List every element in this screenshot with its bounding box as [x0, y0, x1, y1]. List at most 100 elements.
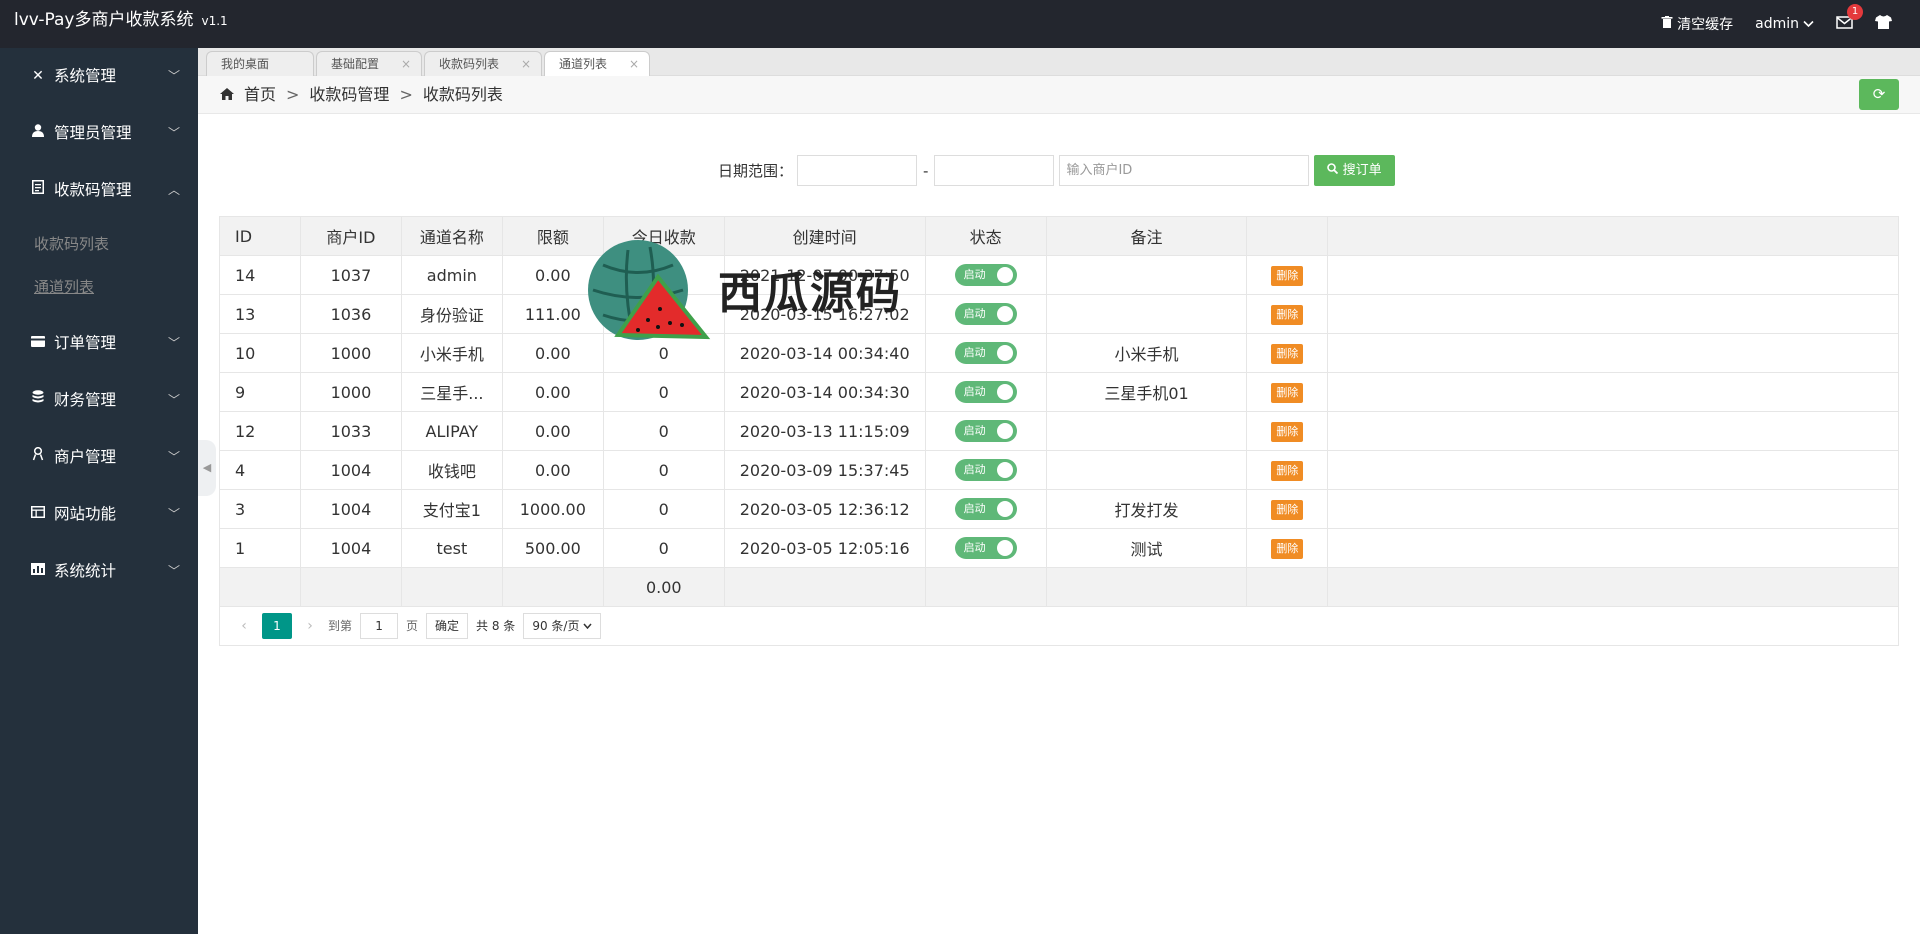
- messages-button[interactable]: 1: [1836, 3, 1863, 33]
- cell-created: 2020-03-05 12:36:12: [723, 489, 926, 529]
- status-toggle[interactable]: 启动: [954, 381, 1017, 403]
- sidebar-subitem-channel-list[interactable]: 通道列表: [0, 266, 198, 309]
- end-date-input[interactable]: [934, 155, 1055, 186]
- tab-paycode-list[interactable]: 收款码列表 ×: [424, 51, 542, 76]
- delete-button[interactable]: 删除: [1271, 461, 1304, 481]
- search-orders-button[interactable]: 搜订单: [1314, 155, 1395, 186]
- cell-note: 三星手机01: [1045, 372, 1248, 412]
- sidebar-item-label: 网站功能: [54, 505, 117, 523]
- start-date-input[interactable]: [797, 155, 918, 186]
- delete-button[interactable]: 删除: [1271, 266, 1304, 286]
- status-toggle[interactable]: 启动: [954, 498, 1017, 520]
- column-header-id[interactable]: ID: [219, 216, 301, 256]
- sidebar-item-paycode[interactable]: 收款码管理 ︿: [0, 162, 198, 219]
- table-body: 14 1037 admin 0.00 2021-12-07 00:37:50 启动 删除 13…: [219, 255, 1899, 607]
- watermelon-logo: [588, 240, 711, 340]
- cell-today: 0: [602, 450, 725, 490]
- sidebar-item-stats[interactable]: 系统统计 ﹀: [0, 543, 198, 600]
- clear-cache-button[interactable]: 清空缓存: [1661, 14, 1733, 34]
- status-toggle[interactable]: 启动: [954, 342, 1017, 364]
- cell-id: 13: [219, 294, 301, 334]
- sidebar-item-label: 管理员管理: [54, 124, 132, 142]
- status-toggle[interactable]: 启动: [954, 303, 1017, 325]
- tab-my-desktop[interactable]: 我的桌面: [206, 51, 314, 76]
- delete-button[interactable]: 删除: [1271, 539, 1304, 559]
- card-icon: [30, 315, 46, 372]
- user-menu[interactable]: admin: [1755, 16, 1814, 32]
- toggle-knob: [996, 267, 1013, 283]
- delete-button[interactable]: 删除: [1271, 383, 1304, 403]
- chevron-down-icon: ﹀: [167, 450, 180, 464]
- close-icon[interactable]: ×: [629, 52, 639, 77]
- goto-page-input[interactable]: 1: [360, 612, 399, 639]
- sidebar-item-admins[interactable]: 管理员管理 ﹀: [0, 105, 198, 162]
- page-current[interactable]: 1: [262, 612, 292, 639]
- layout-icon: [30, 486, 46, 543]
- cell-merchant-id: 1037: [299, 255, 402, 295]
- delete-button[interactable]: 删除: [1271, 344, 1304, 364]
- delete-button[interactable]: 删除: [1271, 422, 1304, 442]
- status-toggle[interactable]: 启动: [954, 420, 1017, 442]
- status-toggle[interactable]: 启动: [954, 537, 1017, 559]
- sidebar-subitem-paycode-list[interactable]: 收款码列表: [0, 223, 198, 266]
- cell-id: 14: [219, 255, 301, 295]
- cell-note: [1045, 411, 1248, 451]
- tab-basic-config[interactable]: 基础配置 ×: [316, 51, 422, 76]
- cell-note: 测试: [1045, 528, 1248, 568]
- cell-filler: [1327, 294, 1899, 334]
- chevron-right-icon[interactable]: ›: [300, 618, 320, 634]
- sidebar-item-orders[interactable]: 订单管理 ﹀: [0, 315, 198, 372]
- total-today: 0.00: [602, 567, 725, 607]
- sidebar-item-merchants[interactable]: 商户管理 ﹀: [0, 429, 198, 486]
- chevron-left-icon[interactable]: ‹: [234, 618, 254, 634]
- chevron-down-icon: ﹀: [167, 126, 180, 140]
- breadcrumb-paycode[interactable]: 收款码管理: [309, 76, 389, 114]
- theme-button[interactable]: [1875, 15, 1892, 33]
- sidebar-item-website[interactable]: 网站功能 ﹀: [0, 486, 198, 543]
- cell-status: 启动: [924, 255, 1047, 295]
- home-icon: [220, 76, 234, 114]
- close-icon[interactable]: ×: [521, 52, 531, 77]
- chevron-up-icon: ︿: [167, 183, 180, 197]
- column-header-note[interactable]: 备注: [1045, 216, 1248, 256]
- refresh-button[interactable]: ⟳: [1859, 79, 1899, 110]
- per-page-select[interactable]: 90 条/页: [523, 612, 602, 639]
- date-range-dash: -: [923, 161, 929, 180]
- page-unit: 页: [406, 619, 419, 633]
- table-row: 9 1000 三星手... 0.00 0 2020-03-14 00:34:30 启动 三星手…: [219, 372, 1899, 412]
- sidebar-item-finance[interactable]: 财务管理 ﹀: [0, 372, 198, 429]
- cell-today: 0: [602, 411, 725, 451]
- app-version: v1.1: [201, 14, 228, 28]
- total-empty-cell: [1246, 567, 1329, 607]
- tab-channel-list[interactable]: 通道列表 ×: [544, 51, 650, 76]
- sidebar-item-system[interactable]: ✕ 系统管理 ﹀: [0, 48, 198, 105]
- cell-id: 10: [219, 333, 301, 373]
- cell-actions: 删除: [1246, 294, 1329, 334]
- total-empty-cell: [924, 567, 1047, 607]
- cell-note: 打发打发: [1045, 489, 1248, 529]
- goto-confirm-button[interactable]: 确定: [426, 612, 469, 639]
- goto-label: 到第: [328, 619, 353, 633]
- merchant-id-input[interactable]: 输入商户ID: [1059, 155, 1310, 186]
- cell-today: 0: [602, 528, 725, 568]
- breadcrumb-home[interactable]: 首页: [244, 76, 276, 114]
- cell-status: 启动: [924, 489, 1047, 529]
- app-logo[interactable]: lvv-Pay多商户收款系统 v1.1: [14, 0, 228, 48]
- column-header-merchant-id[interactable]: 商户ID: [299, 216, 402, 256]
- sidebar-item-label: 系统统计: [54, 562, 117, 580]
- status-toggle[interactable]: 启动: [954, 459, 1017, 481]
- delete-button[interactable]: 删除: [1271, 500, 1304, 520]
- chevron-down-icon: [1803, 16, 1814, 32]
- cell-channel-name: 身份验证: [400, 294, 503, 334]
- close-icon[interactable]: ×: [401, 52, 411, 77]
- column-header-status[interactable]: 状态: [924, 216, 1047, 256]
- per-page-value: 90 条/页: [532, 618, 580, 633]
- status-toggle-label: 启动: [963, 424, 986, 437]
- delete-button[interactable]: 删除: [1271, 305, 1304, 325]
- search-form: 日期范围： - 输入商户ID 搜订单: [718, 155, 1395, 186]
- sidebar-collapse-handle[interactable]: ◀: [198, 440, 216, 496]
- search-icon: [1327, 163, 1342, 178]
- column-header-channel-name[interactable]: 通道名称: [400, 216, 503, 256]
- table-row: 10 1000 小米手机 0.00 0 2020-03-14 00:34:40 启动 小米手机…: [219, 333, 1899, 373]
- status-toggle[interactable]: 启动: [954, 264, 1017, 286]
